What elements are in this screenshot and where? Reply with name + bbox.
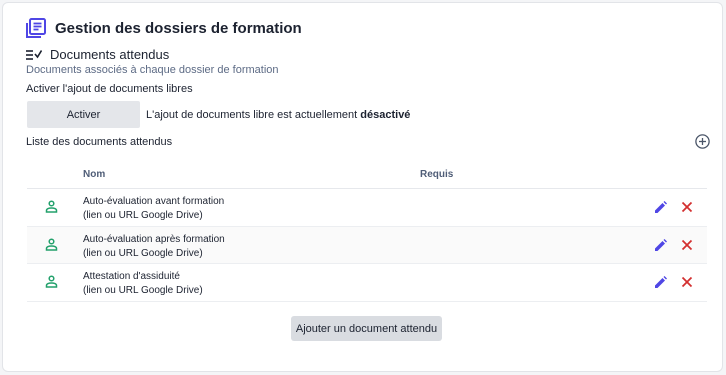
document-title: Attestation d'assiduité <box>83 271 180 282</box>
documents-table: Nom Requis Auto-évaluation avant formati… <box>27 161 707 302</box>
plus-circle-icon[interactable] <box>695 134 710 149</box>
settings-card: Gestion des dossiers de formation Docume… <box>2 2 723 372</box>
document-name: Auto-évaluation après formation (lien ou… <box>83 233 225 261</box>
page-title: Gestion des dossiers de formation <box>55 19 302 37</box>
document-hint: (lien ou URL Google Drive) <box>83 285 203 296</box>
list-check-icon <box>26 49 42 60</box>
section-header: Documents attendus <box>26 47 169 62</box>
document-hint: (lien ou URL Google Drive) <box>83 247 203 259</box>
pencil-icon[interactable] <box>654 276 667 289</box>
table-row: Auto-évaluation après formation (lien ou… <box>27 226 707 264</box>
section-subtitle: Documents associés à chaque dossier de f… <box>26 64 279 76</box>
close-icon[interactable] <box>681 276 693 288</box>
document-name: Auto-évaluation avant formation (lien ou… <box>83 195 224 223</box>
list-title: Liste des documents attendus <box>26 136 173 148</box>
free-docs-status: L'ajout de documents libre est actuellem… <box>146 109 410 121</box>
close-icon[interactable] <box>681 201 693 213</box>
table-header: Nom Requis <box>27 161 707 189</box>
add-document-button[interactable]: Ajouter un document attendu <box>291 316 442 341</box>
section-title: Documents attendus <box>50 47 170 62</box>
article-icon <box>26 18 46 38</box>
table-row: Attestation d'assiduité (lien ou URL Goo… <box>27 264 707 302</box>
pencil-icon[interactable] <box>654 238 667 252</box>
document-title: Auto-évaluation avant formation <box>83 196 225 207</box>
person-icon <box>45 237 58 251</box>
column-header-required: Requis <box>420 169 454 180</box>
pencil-icon[interactable] <box>654 201 667 214</box>
column-header-name: Nom <box>83 169 106 180</box>
document-name: Attestation d'assiduité (lien ou URL Goo… <box>83 270 203 298</box>
status-value: désactivé <box>360 109 411 121</box>
document-hint: (lien ou URL Google Drive) <box>83 210 203 221</box>
status-text: L'ajout de documents libre est actuellem… <box>146 109 361 121</box>
free-docs-label: Activer l'ajout de documents libres <box>26 83 193 95</box>
activate-button[interactable]: Activer <box>27 101 140 128</box>
page-header: Gestion des dossiers de formation <box>25 17 302 39</box>
close-icon[interactable] <box>681 239 693 251</box>
document-title: Auto-évaluation après formation <box>83 233 225 245</box>
person-icon <box>45 200 58 213</box>
table-row: Auto-évaluation avant formation (lien ou… <box>27 189 707 227</box>
person-icon <box>45 275 58 288</box>
